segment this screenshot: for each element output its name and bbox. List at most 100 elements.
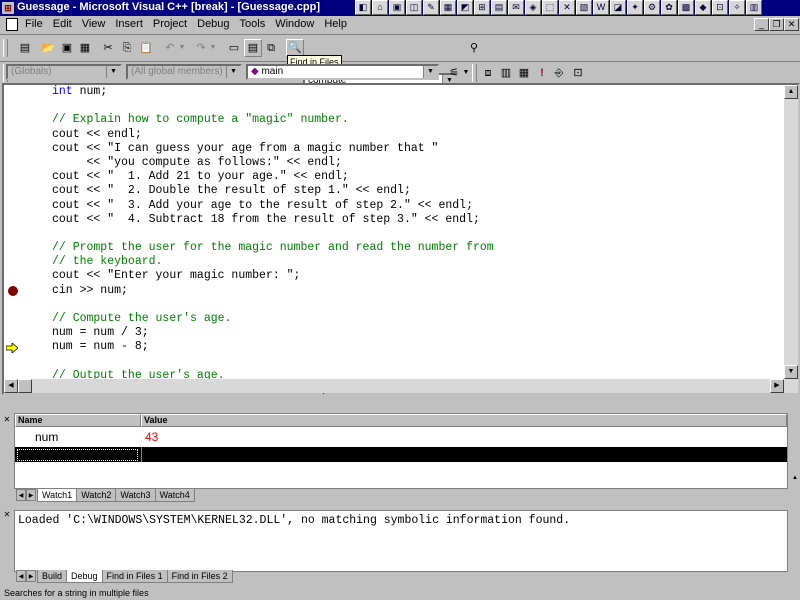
watch-row[interactable]: num 43 xyxy=(15,430,787,445)
compile-icon[interactable]: ⧈ xyxy=(480,65,496,81)
redo-dropdown-icon[interactable]: ▼ xyxy=(205,40,221,56)
menu-help[interactable]: Help xyxy=(323,18,348,30)
code-line[interactable]: << "you compute as follows:" << endl; xyxy=(52,156,494,170)
watch-header-name[interactable]: Name xyxy=(15,414,141,427)
code-line[interactable]: // Prompt the user for the magic number … xyxy=(52,241,494,255)
code-line[interactable]: cout << " 4. Subtract 18 from the result… xyxy=(52,213,494,227)
taskbar-app-icon[interactable]: ✎ xyxy=(423,0,439,15)
menu-debug[interactable]: Debug xyxy=(196,18,230,30)
taskbar-app-icon[interactable]: ⊡ xyxy=(712,0,728,15)
close-doc-button[interactable]: ✕ xyxy=(784,18,799,31)
breakpoint-icon[interactable] xyxy=(8,285,18,296)
tab-scroll-right-icon[interactable]: ▶ xyxy=(26,489,36,501)
tab-build[interactable]: Build xyxy=(37,570,68,583)
taskbar-app-icon[interactable]: ▦ xyxy=(440,0,456,15)
output-window-icon[interactable]: ▤ xyxy=(244,39,262,57)
function-combo[interactable]: ◆ main ▼ xyxy=(246,64,439,80)
code-line[interactable]: // Compute the user's age. xyxy=(52,312,494,326)
close-watch-icon[interactable]: ✕ xyxy=(2,415,12,425)
taskbar-app-icon[interactable]: ◆ xyxy=(695,0,711,15)
stop-build-icon[interactable]: ▦ xyxy=(516,65,532,81)
taskbar-app-icon[interactable]: ⊞ xyxy=(474,0,490,15)
new-text-file-icon[interactable]: ▤ xyxy=(17,40,33,56)
paste-icon[interactable]: 📋 xyxy=(138,40,154,56)
code-line[interactable]: cout << " 2. Double the result of step 1… xyxy=(52,184,494,198)
save-icon[interactable]: ▣ xyxy=(59,40,75,56)
code-text[interactable]: int num; // Explain how to compute a "mag… xyxy=(52,85,494,397)
tab-scroll-left-icon[interactable]: ◀ xyxy=(16,570,26,582)
code-line[interactable]: num = num / 3; xyxy=(52,326,494,340)
menu-edit[interactable]: Edit xyxy=(52,18,73,30)
scroll-right-icon[interactable]: ▶ xyxy=(770,379,784,393)
tab-scroll-right-icon[interactable]: ▶ xyxy=(26,570,36,582)
watch-new-row-selected[interactable] xyxy=(15,447,787,462)
code-line[interactable] xyxy=(52,355,494,369)
tab-debug[interactable]: Debug xyxy=(66,570,103,583)
output-pane[interactable]: Loaded 'C:\WINDOWS\SYSTEM\KERNEL32.DLL',… xyxy=(14,510,788,572)
insert-breakpoint-icon[interactable]: ⊡ xyxy=(570,65,586,81)
app-icon[interactable]: ⊞ xyxy=(2,2,14,14)
toolbar-grip[interactable] xyxy=(3,39,8,57)
menu-project[interactable]: Project xyxy=(152,18,188,30)
code-line[interactable] xyxy=(52,99,494,113)
taskbar-app-icon[interactable]: ✉ xyxy=(508,0,524,15)
watch-grid[interactable]: Name Value num 43 xyxy=(14,413,788,489)
output-text[interactable]: Loaded 'C:\WINDOWS\SYSTEM\KERNEL32.DLL',… xyxy=(18,514,570,527)
undo-dropdown-icon[interactable]: ▼ xyxy=(174,40,190,56)
editor-gutter[interactable] xyxy=(4,85,22,393)
code-line[interactable]: // Explain how to compute a "magic" numb… xyxy=(52,113,494,127)
menu-tools[interactable]: Tools xyxy=(239,18,267,30)
taskbar-app-icon[interactable]: ✧ xyxy=(729,0,745,15)
window-list-icon[interactable]: ⧉ xyxy=(263,40,279,56)
code-line[interactable]: cout << endl; xyxy=(52,128,494,142)
code-line[interactable]: // the keyboard. xyxy=(52,255,494,269)
vertical-scrollbar[interactable]: ▲ ▼ xyxy=(784,85,798,393)
scroll-down-icon[interactable]: ▼ xyxy=(784,365,798,379)
taskbar-app-icon[interactable]: ✿ xyxy=(661,0,677,15)
find-binoculars-icon[interactable]: ⚲ xyxy=(466,40,482,56)
horizontal-scrollbar[interactable]: ◀ ▶ xyxy=(4,379,798,393)
menu-insert[interactable]: Insert xyxy=(114,18,144,30)
code-line[interactable] xyxy=(52,227,494,241)
save-all-icon[interactable]: ▦ xyxy=(77,40,93,56)
menu-view[interactable]: View xyxy=(81,18,107,30)
taskbar-app-icon[interactable]: ◩ xyxy=(457,0,473,15)
scroll-left-icon[interactable]: ◀ xyxy=(4,379,18,393)
document-icon[interactable] xyxy=(6,18,18,31)
taskbar-app-icon[interactable]: ◈ xyxy=(525,0,541,15)
function-combo-dropdown-icon[interactable]: ▼ xyxy=(423,66,437,78)
taskbar-app-icon[interactable]: W xyxy=(593,0,609,15)
taskbar-app-icon[interactable]: ▤ xyxy=(491,0,507,15)
members-combo-dropdown-icon[interactable]: ▼ xyxy=(226,66,240,78)
taskbar-app-icon[interactable]: ⚙ xyxy=(644,0,660,15)
open-icon[interactable]: 📂 xyxy=(40,40,56,56)
tab-watch1[interactable]: Watch1 xyxy=(37,489,78,502)
execute-icon[interactable]: ! xyxy=(534,65,550,81)
cut-icon[interactable]: ✂ xyxy=(100,40,116,56)
watch-scroll-up-icon[interactable]: ▲ xyxy=(790,473,800,483)
code-line[interactable]: cout << " 3. Add your age to the result … xyxy=(52,199,494,213)
code-line[interactable]: num = num - 8; xyxy=(52,340,494,354)
minimize-doc-button[interactable]: _ xyxy=(754,18,769,31)
scroll-thumb[interactable] xyxy=(18,379,32,393)
taskbar-app-icon[interactable]: ◧ xyxy=(355,0,371,15)
code-line[interactable] xyxy=(52,298,494,312)
tab-watch3[interactable]: Watch3 xyxy=(115,489,156,502)
taskbar-app-icon[interactable]: ⬚ xyxy=(542,0,558,15)
taskbar-app-icon[interactable]: ⌂ xyxy=(372,0,388,15)
copy-icon[interactable]: ⎘ xyxy=(119,40,135,56)
tab-find-in-files-2[interactable]: Find in Files 2 xyxy=(166,570,233,583)
code-line[interactable]: cin >> num; xyxy=(52,284,494,298)
tab-watch2[interactable]: Watch2 xyxy=(76,489,117,502)
go-icon[interactable]: ⎆ xyxy=(551,65,567,81)
workspace-icon[interactable]: ▭ xyxy=(226,40,242,56)
taskbar-app-icon[interactable]: ▣ xyxy=(389,0,405,15)
taskbar-app-icon[interactable]: ◪ xyxy=(610,0,626,15)
code-line[interactable]: cout << " 1. Add 21 to your age." << end… xyxy=(52,170,494,184)
build-icon[interactable]: ▥ xyxy=(498,65,514,81)
taskbar-app-icon[interactable]: ◫ xyxy=(406,0,422,15)
scope-combo[interactable]: (Globals) ▼ xyxy=(6,64,122,80)
code-editor[interactable]: int num; // Explain how to compute a "mag… xyxy=(2,83,800,397)
taskbar-app-icon[interactable]: ▥ xyxy=(746,0,762,15)
tab-find-in-files-1[interactable]: Find in Files 1 xyxy=(101,570,168,583)
